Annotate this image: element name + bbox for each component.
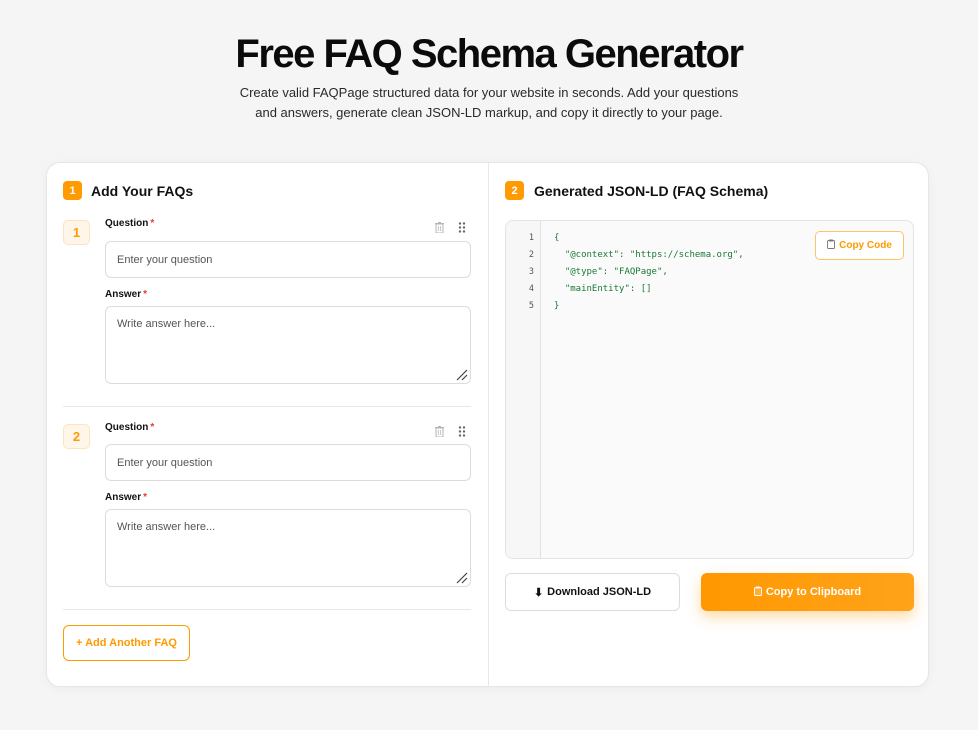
add-another-faq-button[interactable]: + Add Another FAQ [63, 625, 190, 661]
answer-label-2: Answer * [105, 492, 148, 503]
copy-to-clipboard-label: Copy to Clipboard [765, 586, 862, 598]
download-jsonld-button[interactable]: ⬇ Download JSON-LD [505, 573, 680, 611]
delete-faq-2-trash-icon[interactable] [433, 424, 445, 438]
faq-number-1: 1 [63, 220, 90, 245]
line-number: 1 [528, 233, 534, 243]
question-label-2: Question * [105, 422, 155, 433]
code-line: "mainEntity": [] [554, 284, 652, 294]
resize-handle-icon[interactable] [456, 368, 468, 381]
download-label: Download JSON-LD [547, 586, 652, 598]
clipboard-icon [753, 586, 762, 599]
generated-jsonld-title: Generated JSON-LD (FAQ Schema) [534, 183, 769, 199]
answer-label-1: Answer * [105, 289, 148, 300]
copy-to-clipboard-button[interactable]: Copy to Clipboard [701, 573, 914, 611]
question-label-1: Question * [105, 218, 155, 229]
code-viewer[interactable]: 1 2 3 4 5 { "@context": "https://schema.… [505, 220, 914, 559]
line-number: 3 [528, 267, 534, 277]
copy-code-label: Copy Code [839, 240, 892, 251]
column-divider [488, 163, 489, 686]
drag-faq-1-drag-handle-icon[interactable] [456, 220, 468, 234]
line-number: 5 [528, 301, 534, 311]
step-badge-1: 1 [63, 181, 82, 200]
copy-code-button[interactable]: Copy Code [815, 231, 904, 260]
code-line: } [554, 301, 560, 311]
faq-divider [63, 406, 471, 407]
line-number: 2 [528, 250, 534, 260]
code-line: { [554, 233, 560, 243]
answer-textarea-2[interactable] [105, 509, 471, 587]
question-input-1[interactable] [105, 241, 471, 278]
add-faqs-title: Add Your FAQs [91, 183, 194, 199]
line-number: 4 [528, 284, 534, 294]
page-title: Free FAQ Schema Generator [235, 32, 744, 76]
code-line: "@context": "https://schema.org", [554, 250, 744, 260]
faq-number-2: 2 [63, 424, 90, 449]
faq-divider [63, 609, 471, 610]
download-icon: ⬇ [533, 586, 544, 599]
page-subtitle: Create valid FAQPage structured data for… [239, 85, 739, 120]
code-line: "@type": "FAQPage", [554, 267, 668, 277]
delete-faq-1-trash-icon[interactable] [433, 220, 445, 234]
line-number-gutter: 1 2 3 4 5 [506, 221, 541, 558]
generator-card: 1 Add Your FAQs 1 Question* Answer* 2 Qu… [46, 162, 929, 687]
drag-faq-2-drag-handle-icon[interactable] [456, 424, 468, 438]
answer-textarea-1[interactable] [105, 306, 471, 384]
resize-handle-icon[interactable] [456, 571, 468, 584]
step-badge-2: 2 [505, 181, 524, 200]
clipboard-icon [827, 239, 836, 252]
question-input-2[interactable] [105, 444, 471, 481]
